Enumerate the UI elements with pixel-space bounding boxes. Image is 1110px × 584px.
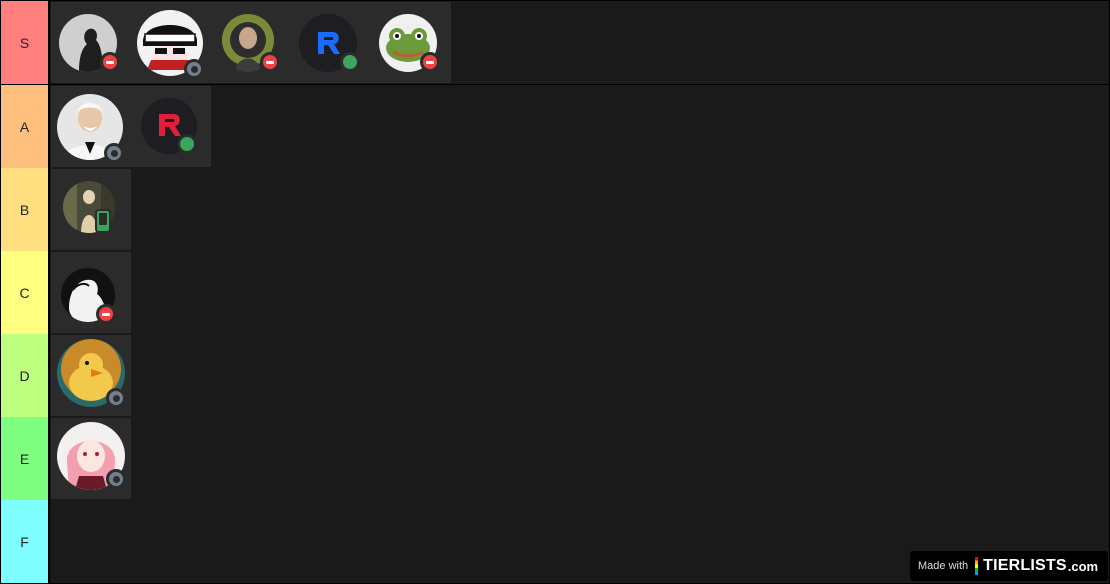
tier-row-d: D [0, 334, 1110, 417]
status-dnd-icon [100, 52, 120, 72]
tierlists-logo-icon [975, 557, 979, 575]
tier-item[interactable] [51, 335, 131, 416]
tier-row-s: S [0, 1, 1110, 84]
status-dnd-icon [260, 52, 280, 72]
status-online-icon [177, 134, 197, 154]
tier-item[interactable] [51, 418, 131, 499]
tier-label-f[interactable]: F [1, 500, 48, 583]
tier-row-b: B [0, 168, 1110, 251]
tier-item[interactable] [371, 2, 451, 83]
tier-dropzone-d[interactable] [50, 334, 1109, 417]
tier-dropzone-s[interactable] [50, 1, 1109, 84]
status-dnd-icon [420, 52, 440, 72]
tierlists-brand: TIERLISTS [983, 557, 1067, 574]
tier-dropzone-c[interactable] [50, 251, 1109, 334]
tier-label-c[interactable]: C [1, 251, 48, 334]
tier-row-a: A [0, 85, 1110, 168]
made-with-label: Made with [918, 560, 969, 572]
tier-label-a[interactable]: A [1, 85, 48, 168]
status-offline-icon [106, 469, 126, 489]
tier-label-d[interactable]: D [1, 334, 48, 417]
status-mobile-icon [95, 209, 111, 233]
tier-item[interactable] [131, 2, 211, 83]
tier-label-b[interactable]: B [1, 168, 48, 251]
tier-label-e[interactable]: E [1, 417, 48, 500]
status-online-icon [340, 52, 360, 72]
tier-row-c: C [0, 251, 1110, 334]
tier-item[interactable] [51, 86, 131, 167]
tier-item[interactable] [291, 2, 371, 83]
tier-item[interactable] [51, 2, 131, 83]
tierlists-tld: .com [1067, 558, 1099, 574]
tier-list: S A B C D E F [0, 0, 1110, 584]
tier-dropzone-b[interactable] [50, 168, 1109, 251]
tier-item[interactable] [131, 86, 211, 167]
status-offline-icon [184, 59, 204, 79]
tier-row-e: E [0, 417, 1110, 500]
tier-item[interactable] [211, 2, 291, 83]
tier-item[interactable] [51, 252, 131, 333]
tier-dropzone-e[interactable] [50, 417, 1109, 500]
made-with-tierlists-badge[interactable]: Made with TIERLISTS .com [910, 551, 1108, 581]
tier-dropzone-a[interactable] [50, 85, 1109, 168]
status-offline-icon [104, 143, 124, 163]
tier-item[interactable] [51, 169, 131, 250]
status-offline-icon [106, 388, 126, 408]
tier-label-s[interactable]: S [1, 1, 48, 84]
status-dnd-icon [96, 304, 116, 324]
